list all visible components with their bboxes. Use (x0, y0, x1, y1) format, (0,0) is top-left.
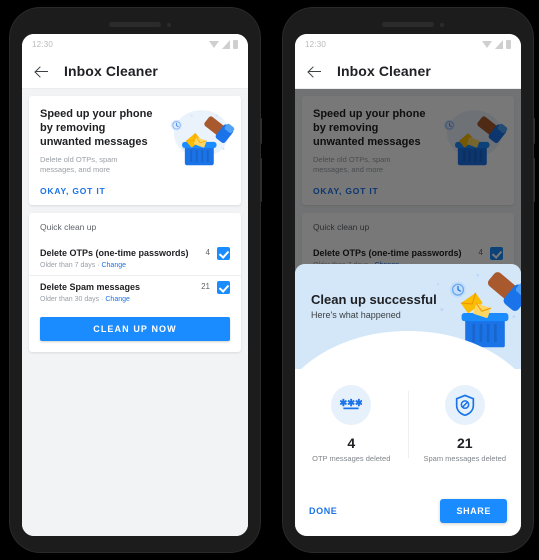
success-bottom-sheet: Clean up successful Here's what happened (295, 264, 521, 536)
stat-label: OTP messages deleted (312, 454, 391, 463)
promo-subtitle: Delete old OTPs, spam messages, and more (40, 155, 118, 174)
sheet-actions: DONE SHARE (295, 485, 521, 536)
sheet-hero: Clean up successful Here's what happened (295, 264, 521, 369)
okay-got-it-button[interactable]: OKAY, GOT IT (40, 186, 230, 196)
app-bar: Inbox Cleaner (295, 54, 521, 89)
phone-screen-right: 12:30 Inbox Cleaner Speed up your phone … (295, 34, 521, 536)
status-icons (209, 39, 238, 49)
status-bar: 12:30 (22, 34, 248, 54)
row-meta-text: Older than 30 days · (40, 296, 106, 303)
page-content: Speed up your phone by removing unwanted… (22, 89, 248, 536)
quick-clean-row-spam[interactable]: Delete Spam messages Older than 30 days … (40, 276, 230, 309)
status-icons (482, 39, 511, 49)
quick-clean-card: Quick clean up Delete OTPs (one-time pas… (29, 213, 241, 352)
quick-clean-header: Quick clean up (40, 222, 97, 232)
row-meta: Older than 30 days · Change (40, 296, 201, 303)
quick-clean-row-otp[interactable]: Delete OTPs (one-time passwords) Older t… (40, 242, 230, 275)
stat-spam: 21 Spam messages deleted (409, 385, 522, 464)
side-button-volume[interactable] (533, 118, 535, 144)
front-camera-dot (167, 23, 171, 27)
change-link[interactable]: Change (105, 296, 130, 303)
row-title: Delete OTPs (one-time passwords) (40, 248, 189, 258)
front-camera-dot (440, 23, 444, 27)
wifi-icon (209, 40, 219, 48)
battery-icon (233, 39, 238, 49)
row-checkbox[interactable] (217, 281, 230, 294)
side-button-power[interactable] (260, 158, 262, 202)
done-button[interactable]: DONE (309, 506, 337, 516)
phone-screen-left: 12:30 Inbox Cleaner Speed up your phone … (22, 34, 248, 536)
app-bar: Inbox Cleaner (22, 54, 248, 89)
status-time: 12:30 (305, 39, 327, 49)
phone-frame-left: 12:30 Inbox Cleaner Speed up your phone … (10, 8, 262, 552)
row-title: Delete Spam messages (40, 282, 141, 292)
side-button-power[interactable] (533, 158, 535, 202)
row-meta-text: Older than 7 days · (40, 262, 102, 269)
row-meta: Older than 7 days · Change (40, 262, 206, 269)
promo-title: Speed up your phone by removing unwanted… (40, 108, 153, 148)
row-count: 4 (205, 248, 210, 257)
signal-icon (222, 39, 230, 49)
phone-frame-right: 12:30 Inbox Cleaner Speed up your phone … (283, 8, 535, 552)
row-checkbox[interactable] (217, 247, 230, 260)
share-button[interactable]: SHARE (440, 499, 507, 523)
trash-illustration (165, 106, 235, 168)
back-arrow-icon[interactable] (34, 63, 50, 79)
row-count: 21 (201, 282, 210, 291)
shield-block-icon (444, 385, 485, 425)
change-link[interactable]: Change (101, 262, 126, 269)
stats-row: ✱✱✱ 4 OTP messages deleted 21 Spam messa… (295, 369, 521, 464)
stat-number: 4 (347, 435, 356, 451)
status-bar: 12:30 (295, 34, 521, 54)
back-arrow-icon[interactable] (307, 63, 323, 79)
sheet-title: Clean up successful (311, 292, 437, 307)
wifi-icon (482, 40, 492, 48)
speaker-grill (382, 22, 434, 27)
clean-up-now-button[interactable]: CLEAN UP NOW (40, 317, 230, 341)
sheet-subtitle: Here's what happened (311, 310, 401, 320)
signal-icon (495, 39, 503, 49)
page-title: Inbox Cleaner (64, 63, 158, 79)
speaker-grill (109, 22, 161, 27)
stat-label: Spam messages deleted (423, 454, 507, 463)
svg-text:✱✱✱: ✱✱✱ (340, 398, 362, 408)
page-content: Speed up your phone by removing unwanted… (295, 89, 521, 536)
page-title: Inbox Cleaner (337, 63, 431, 79)
stat-otp: ✱✱✱ 4 OTP messages deleted (295, 385, 408, 464)
battery-icon (506, 39, 511, 49)
status-time: 12:30 (32, 39, 54, 49)
side-button-volume[interactable] (260, 118, 262, 144)
stat-number: 21 (456, 435, 473, 451)
screenshot-canvas: 12:30 Inbox Cleaner Speed up your phone … (0, 0, 539, 560)
promo-card: Speed up your phone by removing unwanted… (29, 96, 241, 205)
password-asterisks-icon: ✱✱✱ (331, 385, 372, 425)
